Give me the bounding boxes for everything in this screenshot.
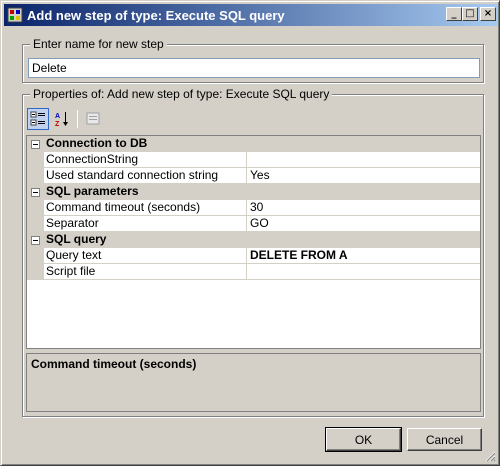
category-row-sql-query[interactable]: SQL query (27, 232, 480, 248)
property-pages-icon (86, 112, 100, 125)
property-grid-toolbar: A Z (27, 108, 104, 130)
row-gutter (27, 200, 44, 216)
property-row[interactable]: Query text DELETE FROM A (27, 248, 480, 264)
property-name: ConnectionString (44, 152, 247, 168)
ok-button[interactable]: OK (325, 427, 402, 452)
property-value[interactable]: GO (247, 216, 480, 232)
svg-text:A: A (55, 113, 60, 120)
title-bar[interactable]: Add new step of type: Execute SQL query … (4, 4, 498, 26)
category-label: Connection to DB (46, 136, 148, 150)
property-value[interactable] (247, 264, 480, 280)
window-controls: _ □ × (446, 7, 496, 21)
property-row[interactable]: Script file (27, 264, 480, 280)
properties-group-label: Properties of: Add new step of type: Exe… (30, 87, 333, 101)
property-name: Script file (44, 264, 247, 280)
minimize-button[interactable]: _ (446, 7, 462, 21)
categorized-icon (30, 111, 45, 126)
toolbar-separator (77, 110, 78, 128)
close-button[interactable]: × (480, 7, 496, 21)
close-icon: × (483, 8, 493, 19)
property-grid: Connection to DB ConnectionString Used s… (26, 135, 481, 349)
dialog-window: Add new step of type: Execute SQL query … (0, 0, 500, 466)
collapse-icon[interactable] (27, 136, 44, 152)
category-row-sql-parameters[interactable]: SQL parameters (27, 184, 480, 200)
row-gutter (27, 264, 44, 280)
category-label: SQL parameters (46, 184, 139, 198)
property-name: Separator (44, 216, 247, 232)
property-name: Used standard connection string (44, 168, 247, 184)
minimize-icon: _ (451, 8, 457, 19)
category-row-connection[interactable]: Connection to DB (27, 136, 480, 152)
window-title: Add new step of type: Execute SQL query (27, 7, 285, 23)
property-row[interactable]: Separator GO (27, 216, 480, 232)
properties-groupbox: Properties of: Add new step of type: Exe… (22, 87, 484, 417)
category-label: SQL query (46, 232, 107, 246)
property-row[interactable]: ConnectionString (27, 152, 480, 168)
resize-grip-icon[interactable] (484, 450, 496, 462)
app-icon (7, 7, 23, 23)
property-name: Command timeout (seconds) (44, 200, 247, 216)
step-name-input[interactable]: Delete (28, 58, 480, 78)
description-panel: Command timeout (seconds) (26, 353, 481, 412)
row-gutter (27, 248, 44, 264)
property-name: Query text (44, 248, 247, 264)
row-gutter (27, 152, 44, 168)
name-group-label: Enter name for new step (30, 37, 167, 51)
description-title: Command timeout (seconds) (31, 357, 197, 371)
maximize-button[interactable]: □ (462, 7, 478, 21)
alphabetical-icon: A Z (55, 112, 68, 127)
name-groupbox: Enter name for new step Delete (22, 37, 484, 83)
cancel-button[interactable]: Cancel (407, 428, 482, 451)
property-row[interactable]: Used standard connection string Yes (27, 168, 480, 184)
row-gutter (27, 216, 44, 232)
property-value[interactable]: DELETE FROM A (247, 248, 480, 264)
property-value[interactable]: Yes (247, 168, 480, 184)
alphabetical-button[interactable]: A Z (51, 108, 73, 130)
property-value[interactable]: 30 (247, 200, 480, 216)
svg-text:Z: Z (55, 121, 60, 127)
collapse-icon[interactable] (27, 232, 44, 248)
maximize-icon: □ (465, 8, 475, 19)
row-gutter (27, 168, 44, 184)
property-pages-button[interactable] (82, 108, 104, 130)
property-row[interactable]: Command timeout (seconds) 30 (27, 200, 480, 216)
categorized-button[interactable] (27, 108, 49, 130)
property-value[interactable] (247, 152, 480, 168)
collapse-icon[interactable] (27, 184, 44, 200)
